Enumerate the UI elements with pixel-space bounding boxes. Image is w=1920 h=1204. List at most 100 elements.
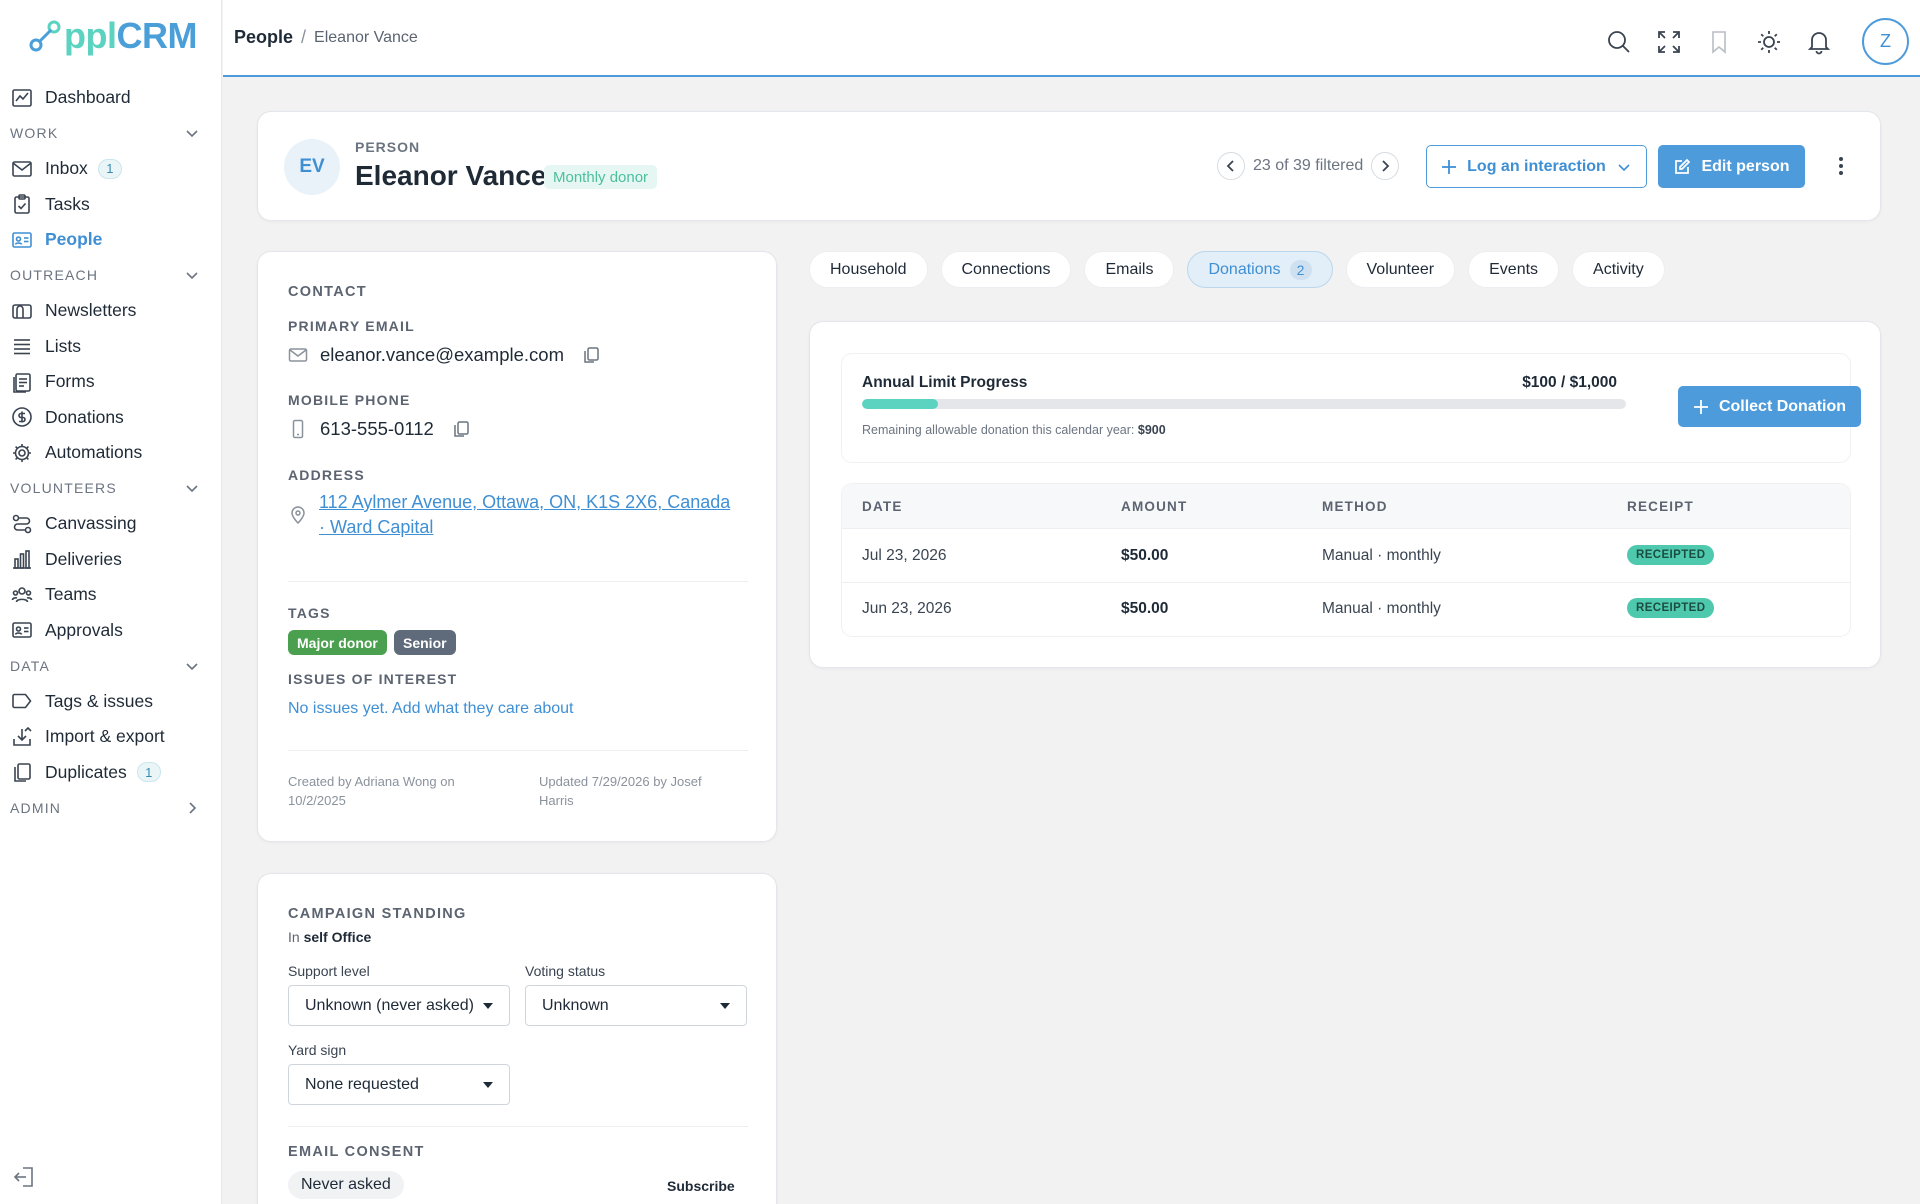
- campaign-section-title: CAMPAIGN STANDING: [288, 906, 467, 922]
- log-interaction-button[interactable]: Log an interaction: [1426, 145, 1647, 188]
- column-header-receipt[interactable]: RECEIPT: [1627, 499, 1694, 514]
- created-meta-date: 10/2/2025: [288, 793, 346, 808]
- more-options-icon[interactable]: [1829, 154, 1853, 178]
- mobile-phone-icon: [292, 419, 304, 439]
- tab-label: Activity: [1593, 260, 1644, 278]
- tag-major-donor[interactable]: Major donor: [288, 630, 387, 655]
- receipt-status-badge: RECEIPTED: [1627, 545, 1715, 565]
- fullscreen-icon[interactable]: [1654, 27, 1684, 57]
- tab-donations[interactable]: Donations 2: [1187, 251, 1333, 288]
- user-avatar[interactable]: Z: [1862, 18, 1909, 65]
- donor-status-badge: Monthly donor: [544, 165, 658, 189]
- section-divider: [288, 1126, 748, 1127]
- subscribe-button[interactable]: Subscribe: [667, 1178, 735, 1194]
- collect-donation-button[interactable]: Collect Donation: [1678, 386, 1861, 427]
- team-icon: [10, 583, 34, 607]
- table-row[interactable]: Jun 23, 2026 $50.00 Manual · monthly REC…: [842, 583, 1850, 636]
- sidebar-item-label: Tags & issues: [45, 690, 153, 711]
- donation-amount: $50.00: [1121, 547, 1169, 564]
- sidebar-section-admin[interactable]: ADMIN: [0, 790, 222, 826]
- email-label: PRIMARY EMAIL: [288, 318, 415, 334]
- sidebar-item-donations[interactable]: Donations: [0, 400, 222, 436]
- support-level-select[interactable]: Unknown (never asked): [288, 985, 510, 1026]
- sidebar-section-volunteers[interactable]: VOLUNTEERS: [0, 471, 222, 507]
- email-value[interactable]: eleanor.vance@example.com: [320, 344, 564, 366]
- donations-table: DATE AMOUNT METHOD RECEIPT Jul 23, 2026 …: [842, 484, 1850, 636]
- logout-icon[interactable]: [12, 1164, 38, 1190]
- column-header-method[interactable]: METHOD: [1322, 499, 1388, 514]
- sidebar-item-tasks[interactable]: Tasks: [0, 187, 222, 223]
- dashboard-icon: [10, 86, 34, 110]
- bookmark-icon[interactable]: [1704, 27, 1734, 57]
- duplicate-icon: [10, 760, 34, 784]
- chart-icon: [10, 547, 34, 571]
- sidebar-item-approvals[interactable]: Approvals: [0, 613, 222, 649]
- add-issues-link[interactable]: No issues yet. Add what they care about: [288, 700, 574, 718]
- sidebar-item-label: Automations: [45, 442, 143, 463]
- chevron-down-icon: [186, 485, 198, 493]
- breadcrumb-separator: /: [301, 27, 307, 47]
- breadcrumb-people[interactable]: People: [234, 27, 293, 48]
- yard-sign-select[interactable]: None requested: [288, 1064, 510, 1105]
- tab-household[interactable]: Household: [809, 251, 928, 288]
- sidebar-item-forms[interactable]: Forms: [0, 364, 222, 400]
- tab-volunteer[interactable]: Volunteer: [1345, 251, 1456, 288]
- sidebar-item-dashboard[interactable]: Dashboard: [0, 80, 222, 116]
- tab-emails[interactable]: Emails: [1084, 251, 1175, 288]
- column-header-amount[interactable]: AMOUNT: [1121, 499, 1187, 514]
- edit-person-button[interactable]: Edit person: [1658, 145, 1805, 188]
- sidebar-item-duplicates[interactable]: Duplicates 1: [0, 755, 222, 791]
- updated-meta: Updated 7/29/2026 by Josef Harris: [539, 772, 702, 810]
- table-row[interactable]: Jul 23, 2026 $50.00 Manual · monthly REC…: [842, 530, 1850, 583]
- search-icon[interactable]: [1604, 27, 1634, 57]
- id-card-icon: [10, 618, 34, 642]
- sidebar-item-inbox[interactable]: Inbox 1: [0, 151, 222, 187]
- chevron-down-icon: [186, 130, 198, 138]
- phone-row: 613-555-0112: [288, 418, 470, 440]
- copy-icon[interactable]: [582, 346, 600, 364]
- sidebar-section-work[interactable]: WORK: [0, 116, 222, 152]
- tab-events[interactable]: Events: [1468, 251, 1560, 288]
- sidebar-item-canvassing[interactable]: Canvassing: [0, 506, 222, 542]
- theme-sun-icon[interactable]: [1754, 27, 1784, 57]
- sidebar-item-label: People: [45, 229, 103, 250]
- collect-donation-label: Collect Donation: [1718, 397, 1847, 415]
- column-header-date[interactable]: DATE: [862, 499, 903, 514]
- inbox-count-badge: 1: [97, 158, 122, 179]
- campaign-office-value: self Office: [303, 929, 372, 945]
- app-logo[interactable]: pplCRM: [28, 14, 197, 58]
- sidebar-section-outreach[interactable]: OUTREACH: [0, 258, 222, 294]
- next-record-button[interactable]: [1371, 152, 1400, 180]
- copy-icon[interactable]: [452, 420, 470, 438]
- phone-value[interactable]: 613-555-0112: [320, 418, 434, 440]
- sidebar-item-lists[interactable]: Lists: [0, 329, 222, 365]
- tag-senior[interactable]: Senior: [394, 630, 456, 655]
- sidebar-item-newsletters[interactable]: Newsletters: [0, 293, 222, 329]
- sidebar-item-deliveries[interactable]: Deliveries: [0, 542, 222, 578]
- remaining-allowance-note: Remaining allowable donation this calend…: [862, 423, 1166, 437]
- person-type-label: PERSON: [355, 139, 421, 155]
- sidebar-item-label: Tasks: [45, 193, 90, 214]
- sidebar-section-data[interactable]: DATA: [0, 648, 222, 684]
- chevron-right-icon: [1382, 160, 1390, 172]
- previous-record-button[interactable]: [1217, 152, 1245, 180]
- yard-sign-label: Yard sign: [288, 1042, 347, 1058]
- tab-activity[interactable]: Activity: [1572, 251, 1665, 288]
- sidebar-item-teams[interactable]: Teams: [0, 577, 222, 613]
- chevron-right-icon: [189, 802, 197, 814]
- voting-status-select[interactable]: Unknown: [525, 985, 747, 1026]
- sidebar-item-automations[interactable]: Automations: [0, 435, 222, 471]
- address-link[interactable]: 112 Aylmer Avenue, Ottawa, ON, K1S 2X6, …: [319, 490, 759, 540]
- tab-connections[interactable]: Connections: [940, 251, 1072, 288]
- sidebar-item-import-export[interactable]: Import & export: [0, 719, 222, 755]
- sidebar-item-people[interactable]: People: [0, 222, 222, 258]
- sidebar-item-label: Duplicates: [45, 761, 127, 782]
- tab-label: Donations: [1208, 260, 1281, 278]
- section-label: OUTREACH: [10, 267, 99, 284]
- chevron-down-icon: [186, 272, 198, 280]
- dropdown-caret-icon: [483, 1081, 493, 1088]
- sidebar-item-tags-issues[interactable]: Tags & issues: [0, 684, 222, 720]
- annual-limit-progress-fill: [862, 399, 939, 409]
- notification-bell-icon[interactable]: [1804, 27, 1834, 57]
- edit-pencil-icon: [1675, 158, 1691, 174]
